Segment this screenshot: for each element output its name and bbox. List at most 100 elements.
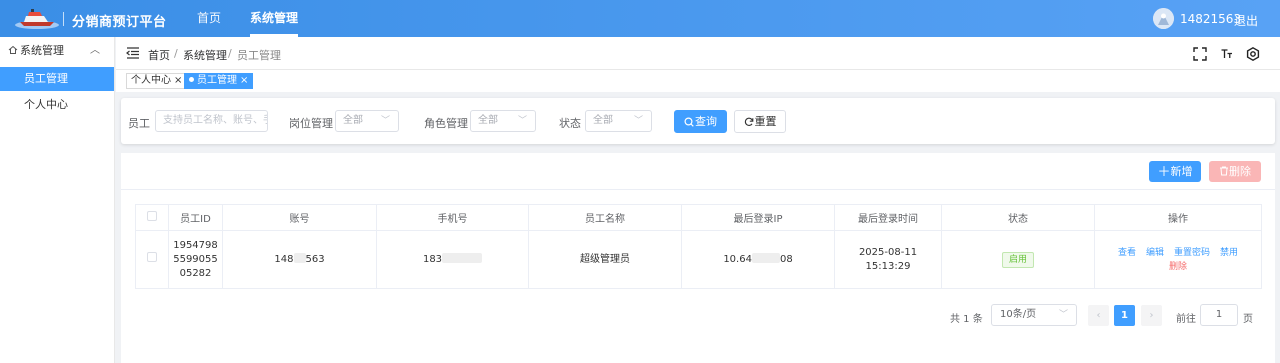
fullscreen-icon[interactable] — [1193, 47, 1207, 61]
tag-employee-management[interactable]: 员工管理 × — [184, 73, 254, 89]
employee-table: 员工ID 账号 手机号 员工名称 最后登录IP 最后登录时间 状态 操作 195… — [135, 204, 1262, 289]
column-header: 员工名称 — [528, 204, 682, 231]
chevron-down-icon: ﹀ — [517, 116, 527, 126]
role-select[interactable]: 全部 ﹀ — [470, 110, 536, 132]
font-size-icon[interactable] — [1220, 47, 1234, 61]
employee-filter-label: 员工 — [128, 117, 150, 130]
next-page-button[interactable]: › — [1141, 305, 1162, 326]
position-filter-label: 岗位管理 — [289, 117, 333, 130]
position-select[interactable]: 全部 ﹀ — [335, 110, 399, 132]
status-select-value: 全部 — [593, 115, 613, 126]
chevron-down-icon: ﹀ — [633, 116, 643, 126]
ip-suffix: 08 — [779, 253, 793, 265]
phone-cell: 183 — [376, 230, 529, 289]
active-dot-icon — [189, 77, 194, 82]
tag-label: 员工管理 — [197, 75, 237, 86]
top-header: 分销商预订平台 首页 系统管理 14821563 退出 — [0, 0, 1280, 37]
last-login-time-cell: 2025-08-11 15:13:29 — [834, 230, 942, 289]
account-cell: 148 563 — [222, 230, 377, 289]
close-icon[interactable]: × — [240, 75, 248, 86]
search-button-label: 查询 — [695, 115, 717, 128]
column-header: 状态 — [941, 204, 1095, 231]
employee-name-cell: 超级管理员 — [528, 230, 682, 289]
role-select-value: 全部 — [478, 115, 498, 126]
select-all-checkbox[interactable] — [147, 211, 157, 221]
home-icon — [8, 45, 18, 54]
tag-label: 个人中心 — [131, 75, 171, 86]
column-header: 最后登录时间 — [834, 204, 942, 231]
nav-home[interactable]: 首页 — [197, 0, 221, 37]
chevron-up-icon: ︿ — [90, 45, 100, 56]
close-icon[interactable]: × — [174, 75, 182, 86]
breadcrumb-home[interactable]: 首页 — [148, 47, 170, 63]
select-all-cell[interactable] — [135, 204, 169, 231]
table-header-row: 员工ID 账号 手机号 员工名称 最后登录IP 最后登录时间 状态 操作 — [135, 204, 1262, 231]
page-number-1[interactable]: 1 — [1114, 305, 1135, 326]
search-button[interactable]: 查询 — [674, 110, 727, 133]
add-button-label: 新增 — [1170, 165, 1193, 178]
company-logo — [15, 9, 59, 29]
status-select[interactable]: 全部 ﹀ — [585, 110, 652, 132]
column-header: 员工ID — [168, 204, 223, 231]
column-header: 账号 — [222, 204, 377, 231]
menu-fold-icon[interactable] — [126, 47, 140, 59]
tags-bar: 个人中心 × 员工管理 × — [116, 70, 1280, 92]
reset-password-link[interactable]: 重置密码 — [1174, 248, 1210, 258]
delete-link[interactable]: 删除 — [1169, 262, 1187, 272]
sidebar-group-label: 系统管理 — [20, 44, 64, 57]
column-header: 操作 — [1094, 204, 1262, 231]
row-select-cell[interactable] — [135, 230, 169, 289]
goto-page-input[interactable]: 1 — [1200, 304, 1238, 326]
row-checkbox[interactable] — [147, 252, 157, 262]
employee-search-input[interactable]: 支持员工名称、账号、手机号 — [155, 110, 268, 132]
disable-link[interactable]: 禁用 — [1220, 248, 1238, 258]
trash-icon — [1220, 166, 1228, 176]
sidebar-item-employee-management[interactable]: 员工管理 — [0, 67, 114, 91]
breadcrumb-separator: / — [228, 47, 232, 60]
toolbar-divider — [121, 189, 1275, 190]
app-title: 分销商预订平台 — [72, 15, 167, 30]
settings-icon[interactable] — [1246, 47, 1260, 61]
account-prefix: 148 — [274, 253, 294, 265]
tag-personal-center[interactable]: 个人中心 × — [126, 73, 188, 89]
sidebar-group-system[interactable]: 系统管理 ︿ — [0, 37, 114, 65]
reset-button-label: 重置 — [754, 115, 777, 128]
page-size-select[interactable]: 10条/页 ﹀ — [991, 304, 1077, 326]
nav-system-management[interactable]: 系统管理 — [250, 0, 299, 37]
column-header: 最后登录IP — [681, 204, 835, 231]
filter-panel: 员工 支持员工名称、账号、手机号 岗位管理 全部 ﹀ 角色管理 全部 ﹀ 状态 全部… — [121, 98, 1275, 144]
add-button[interactable]: ＋新增 — [1149, 161, 1201, 182]
logo-divider — [63, 12, 64, 26]
reset-button[interactable]: 重置 — [734, 110, 786, 133]
ip-prefix: 10.64 — [723, 253, 752, 265]
sidebar: 系统管理 ︿ 员工管理 个人中心 — [0, 37, 115, 363]
redaction-mask — [751, 252, 780, 263]
column-header: 手机号 — [376, 204, 529, 231]
table-row: 1954798 5599055 05282 148 563 183 超级管理员 1… — [135, 230, 1262, 289]
employee-id-line: 5599055 — [173, 253, 218, 265]
last-login-ip-cell: 10.64 08 — [681, 230, 835, 289]
refresh-icon — [744, 117, 753, 126]
chevron-down-icon: ﹀ — [380, 116, 390, 126]
status-badge: 启用 — [1001, 251, 1034, 268]
redaction-mask — [293, 252, 306, 263]
user-avatar-icon — [1153, 8, 1174, 29]
breadcrumb-separator: / — [174, 47, 178, 60]
goto-label: 前往 — [1176, 314, 1196, 325]
chevron-down-icon: ﹀ — [1058, 310, 1068, 320]
phone-prefix: 183 — [422, 253, 443, 265]
delete-button[interactable]: 删除 — [1209, 161, 1261, 182]
logout-link[interactable]: 退出 — [1234, 12, 1258, 29]
employee-id-line: 05282 — [179, 267, 212, 279]
view-link[interactable]: 查看 — [1118, 248, 1136, 258]
username: 14821563 — [1180, 12, 1242, 26]
breadcrumb-system[interactable]: 系统管理 — [183, 47, 227, 63]
position-select-value: 全部 — [343, 115, 363, 126]
pagination-total: 共 1 条 — [950, 314, 983, 325]
edit-link[interactable]: 编辑 — [1146, 248, 1164, 258]
sidebar-item-personal-center[interactable]: 个人中心 — [0, 93, 114, 117]
avatar[interactable] — [1153, 8, 1174, 29]
prev-page-button[interactable]: ‹ — [1088, 305, 1109, 326]
breadcrumb-current: 员工管理 — [237, 49, 281, 62]
plus-icon: ＋ — [1157, 165, 1171, 180]
